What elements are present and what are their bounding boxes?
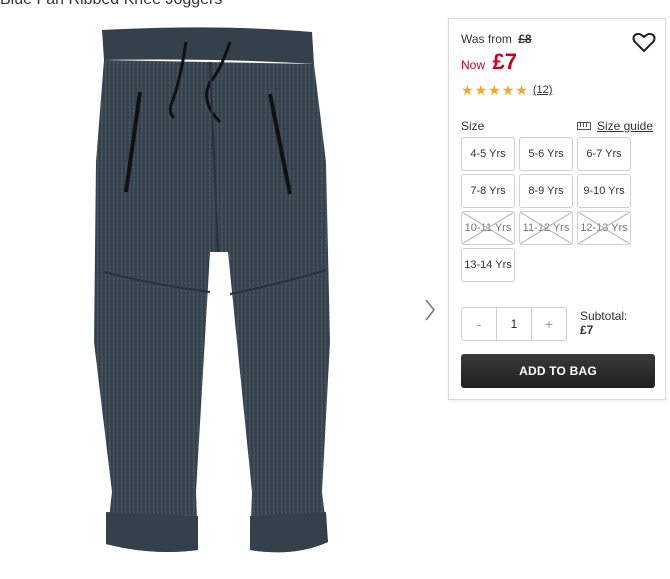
size-guide-label: Size guide <box>596 119 653 133</box>
size-option-unavailable: 10-11 Yrs <box>461 211 515 245</box>
product-purchase-panel: Was from £8 Now £7 ★ ★ ★ ★ ★ (12) Size S… <box>448 18 666 400</box>
size-option-label: 4-5 Yrs <box>470 148 506 160</box>
was-price: £8 <box>518 32 532 46</box>
subtotal-value: £7 <box>580 323 594 337</box>
size-option[interactable]: 5-6 Yrs <box>519 137 573 171</box>
product-image <box>94 27 330 553</box>
now-label: Now <box>461 58 486 72</box>
size-option[interactable]: 8-9 Yrs <box>519 174 573 208</box>
review-count-link[interactable]: (12) <box>533 84 553 96</box>
size-option-label: 9-10 Yrs <box>583 185 625 197</box>
page-title: Blue Fan Ribbed Knee Joggers <box>0 0 222 9</box>
size-option-label: 6-7 Yrs <box>586 148 622 160</box>
size-option-label: 10-11 Yrs <box>464 222 512 234</box>
size-option[interactable]: 6-7 Yrs <box>577 137 631 171</box>
subtotal: Subtotal: £7 <box>580 309 627 337</box>
quantity-stepper: - 1 + <box>461 307 567 341</box>
star-icon: ★ <box>515 82 528 98</box>
size-option[interactable]: 13-14 Yrs <box>461 248 515 282</box>
size-option-label: 7-8 Yrs <box>470 185 506 197</box>
size-option-unavailable: 12-13 Yrs <box>577 211 631 245</box>
star-icon: ★ <box>488 82 501 98</box>
size-option-label: 12-13 Yrs <box>580 222 628 234</box>
chevron-right-icon[interactable] <box>420 296 440 324</box>
size-option-unavailable: 11-12 Yrs <box>519 211 573 245</box>
size-label: Size <box>461 119 485 133</box>
size-guide-link[interactable]: Size guide <box>576 119 653 133</box>
heart-icon[interactable] <box>632 31 656 53</box>
size-option-label: 13-14 Yrs <box>464 259 512 271</box>
star-icon: ★ <box>461 82 474 98</box>
add-to-bag-button[interactable]: ADD TO BAG <box>461 354 655 388</box>
now-price: £7 <box>492 49 517 74</box>
subtotal-label: Subtotal: <box>580 309 628 323</box>
size-option[interactable]: 4-5 Yrs <box>461 137 515 171</box>
size-option-label: 8-9 Yrs <box>528 185 564 197</box>
quantity-increase-button[interactable]: + <box>532 308 566 340</box>
was-label: Was from <box>461 32 512 46</box>
star-icon: ★ <box>501 82 515 98</box>
quantity-input[interactable]: 1 <box>496 308 532 340</box>
star-icon: ★ <box>474 82 488 98</box>
rating: ★ ★ ★ ★ ★ (12) <box>461 83 552 97</box>
ruler-icon <box>576 122 591 130</box>
now-price-row: Now £7 <box>461 49 517 75</box>
was-price-row: Was from £8 <box>461 32 532 46</box>
size-option[interactable]: 7-8 Yrs <box>461 174 515 208</box>
size-option-label: 5-6 Yrs <box>528 148 564 160</box>
size-option-label: 11-12 Yrs <box>522 222 570 234</box>
quantity-decrease-button[interactable]: - <box>462 308 496 340</box>
size-option[interactable]: 9-10 Yrs <box>577 174 631 208</box>
